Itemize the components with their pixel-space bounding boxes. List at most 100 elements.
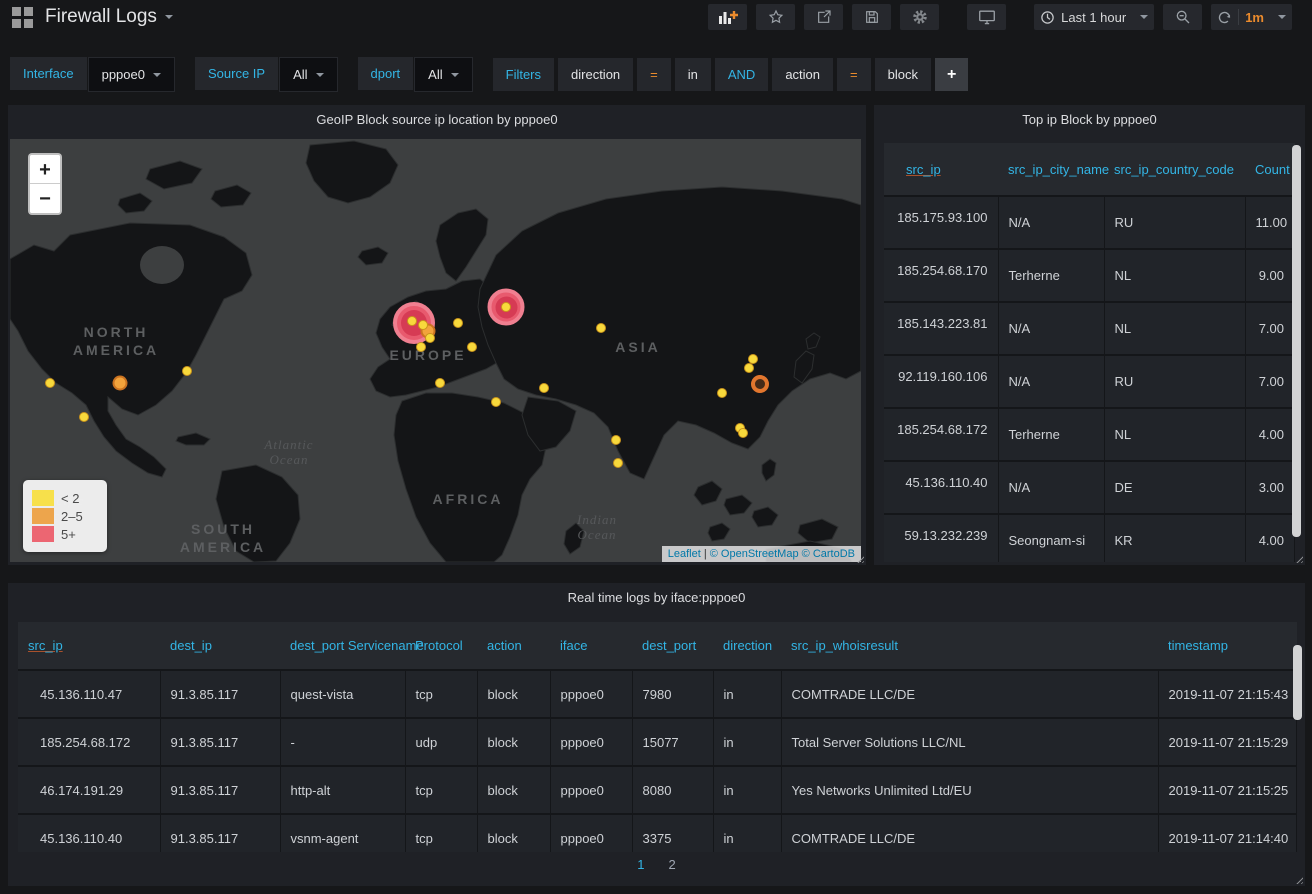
top-ip-block-panel: Top ip Block by pppoe0 src_ip src_ip_cit…	[874, 105, 1305, 565]
cell-dest-port: 8080	[632, 766, 713, 814]
world-map[interactable]: NORTHAMERICAEUROPEASIAAFRICASOUTHAMERICA…	[10, 139, 861, 562]
cycle-view-button[interactable]	[967, 4, 1006, 30]
map-marker-small	[416, 342, 426, 352]
refresh-interval-label: 1m	[1245, 10, 1264, 25]
cell-country: RU	[1104, 196, 1245, 249]
add-panel-button[interactable]	[708, 4, 747, 30]
table-row: 45.136.110.4791.3.85.117quest-vistatcpbl…	[18, 670, 1297, 718]
leaflet-link[interactable]: Leaflet	[668, 548, 701, 560]
vertical-scrollbar[interactable]	[1293, 645, 1302, 720]
openstreetmap-link[interactable]: © OpenStreetMap	[710, 548, 799, 560]
chevron-down-icon	[1140, 15, 1148, 23]
interface-select[interactable]: pppoe0	[88, 57, 175, 92]
cell-action: block	[477, 766, 550, 814]
share-icon	[816, 9, 832, 25]
filter-condition[interactable]: AND	[715, 58, 768, 91]
map-marker-ring	[751, 375, 769, 393]
navbar: Firewall Logs	[0, 0, 1312, 34]
table-row: 185.143.223.81N/ANL7.00	[884, 302, 1295, 355]
page-1-button[interactable]: 1	[637, 857, 644, 872]
map-legend: < 2 2–5 5+	[23, 480, 107, 552]
table-row: 45.136.110.40N/ADE3.00	[884, 461, 1295, 514]
save-icon	[864, 9, 880, 25]
source-ip-select[interactable]: All	[279, 57, 337, 92]
cell-iface: pppoe0	[550, 670, 632, 718]
zoom-in-button[interactable]: +	[30, 155, 60, 184]
cell-src-ip: 185.254.68.170	[884, 249, 998, 302]
refresh-button[interactable]: 1m	[1211, 4, 1292, 30]
add-panel-icon	[718, 9, 738, 25]
cell-dest-ip: 91.3.85.117	[160, 766, 280, 814]
cell-country: RU	[1104, 355, 1245, 408]
map-marker-small	[539, 383, 549, 393]
interface-label: Interface	[10, 57, 88, 90]
column-header-whois[interactable]: src_ip_whoisresult	[781, 622, 1158, 670]
share-button[interactable]	[804, 4, 843, 30]
cell-country: NL	[1104, 408, 1245, 461]
column-header-direction[interactable]: direction	[713, 622, 781, 670]
cell-count: 4.00	[1245, 408, 1295, 461]
column-header-iface[interactable]: iface	[550, 622, 632, 670]
map-marker-small	[425, 333, 435, 343]
cell-src-ip: 45.136.110.47	[18, 670, 160, 718]
variable-source-ip: Source IP All	[195, 57, 338, 92]
cell-action: block	[477, 718, 550, 766]
realtime-logs-panel: Real time logs by iface:pppoe0 src_ip de…	[8, 583, 1305, 886]
filter-value[interactable]: block	[875, 58, 931, 91]
dport-select[interactable]: All	[414, 57, 472, 92]
column-header-protocol[interactable]: Protocol	[405, 622, 477, 670]
map-marker-small	[491, 397, 501, 407]
column-header-src-ip[interactable]: src_ip	[28, 638, 63, 653]
cell-src-ip: 185.143.223.81	[884, 302, 998, 355]
cell-dest-port: 15077	[632, 718, 713, 766]
panel-title[interactable]: Real time logs by iface:pppoe0	[8, 583, 1305, 615]
filter-operator[interactable]: =	[637, 58, 671, 91]
map-marker-small	[79, 412, 89, 422]
column-header-servicename[interactable]: dest_port Servicename	[280, 622, 405, 670]
filter-operator[interactable]: =	[837, 58, 871, 91]
dport-label: dport	[358, 57, 415, 90]
panel-resize-handle[interactable]	[1294, 875, 1303, 884]
page-2-button[interactable]: 2	[669, 857, 676, 872]
settings-button[interactable]	[900, 4, 939, 30]
grafana-dashboard: Firewall Logs	[0, 0, 1312, 894]
zoom-out-button[interactable]: −	[30, 184, 60, 213]
star-icon	[768, 9, 784, 25]
dashboards-grid-icon[interactable]	[12, 7, 33, 28]
column-header-city[interactable]: src_ip_city_name	[998, 143, 1104, 196]
chevron-down-icon	[316, 73, 324, 81]
save-button[interactable]	[852, 4, 891, 30]
panel-title[interactable]: Top ip Block by pppoe0	[874, 105, 1305, 137]
cell-whois: COMTRADE LLC/DE	[781, 670, 1158, 718]
cell-whois: Total Server Solutions LLC/NL	[781, 718, 1158, 766]
cell-iface: pppoe0	[550, 814, 632, 852]
panel-resize-handle[interactable]	[1294, 554, 1303, 563]
column-header-src-ip[interactable]: src_ip	[906, 162, 941, 177]
column-header-dest-ip[interactable]: dest_ip	[160, 622, 280, 670]
filter-value[interactable]: in	[675, 58, 711, 91]
table-row: 59.13.232.239Seongnam-siKR4.00	[884, 514, 1295, 562]
source-ip-label: Source IP	[195, 57, 279, 90]
cell-src-ip: 46.174.191.29	[18, 766, 160, 814]
cell-protocol: udp	[405, 718, 477, 766]
column-header-action[interactable]: action	[477, 622, 550, 670]
vertical-scrollbar[interactable]	[1292, 145, 1301, 537]
panel-title[interactable]: GeoIP Block source ip location by pppoe0	[8, 105, 866, 137]
column-header-dest-port[interactable]: dest_port	[632, 622, 713, 670]
cell-src-ip: 92.119.160.106	[884, 355, 998, 408]
filter-key[interactable]: action	[772, 58, 833, 91]
zoom-out-button[interactable]	[1163, 4, 1202, 30]
dashboard-title-button[interactable]: Firewall Logs	[45, 6, 173, 28]
cell-dest-ip: 91.3.85.117	[160, 814, 280, 852]
filter-key[interactable]: direction	[558, 58, 633, 91]
add-filter-button[interactable]: +	[935, 58, 968, 91]
cell-city: N/A	[998, 461, 1104, 514]
cartodb-link[interactable]: © CartoDB	[802, 548, 855, 560]
column-header-country[interactable]: src_ip_country_code	[1104, 143, 1245, 196]
cell-count: 4.00	[1245, 514, 1295, 562]
time-range-button[interactable]: Last 1 hour	[1034, 4, 1154, 30]
column-header-timestamp[interactable]: timestamp	[1158, 622, 1297, 670]
map-marker-small	[738, 428, 748, 438]
star-button[interactable]	[756, 4, 795, 30]
column-header-count[interactable]: Count	[1245, 143, 1295, 196]
